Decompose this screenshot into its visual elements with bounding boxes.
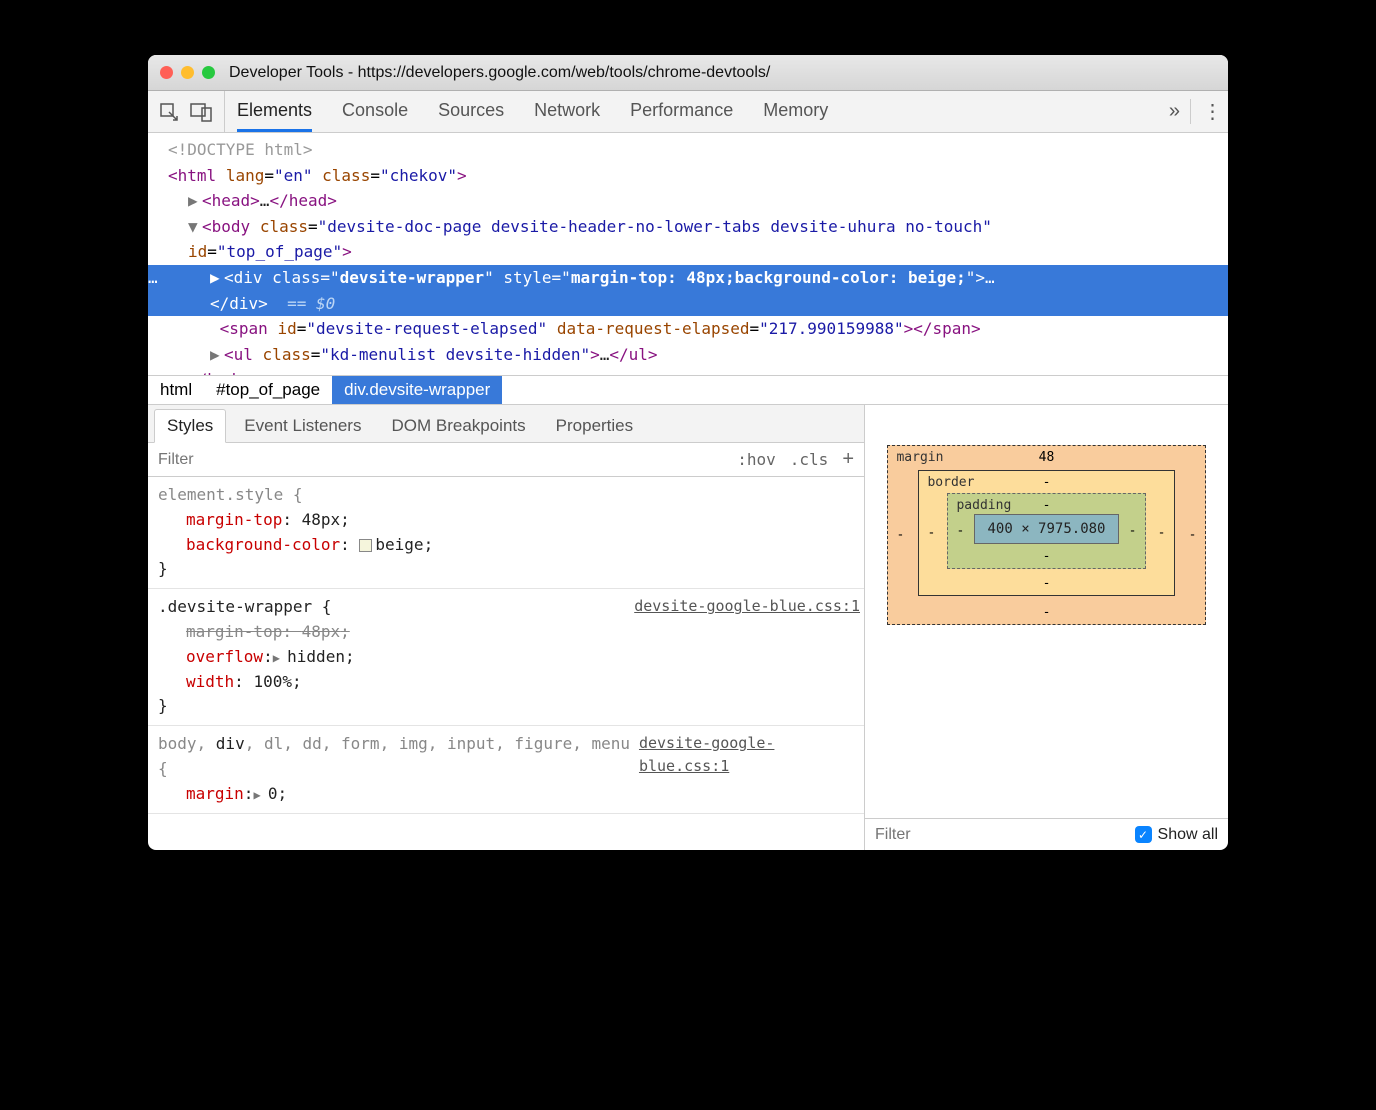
show-all-checkbox[interactable]: ✓	[1135, 826, 1152, 843]
selector: element.style {	[158, 483, 303, 508]
box-model[interactable]: margin 48 - - - border - - - - padding	[865, 405, 1228, 818]
tab-network[interactable]: Network	[534, 91, 600, 132]
dom-node-selected[interactable]: …▶<div class="devsite-wrapper" style="ma…	[148, 265, 1228, 316]
dom-node: </body>	[154, 367, 1222, 375]
style-rule[interactable]: .devsite-wrapper { devsite-google-blue.cs…	[148, 589, 864, 726]
content-size: 400 × 7975.080	[974, 514, 1118, 544]
doctype: <!DOCTYPE html>	[154, 137, 1222, 163]
selector: .devsite-wrapper {	[158, 595, 331, 620]
dom-node[interactable]: <html lang="en" class="chekov">	[154, 163, 1222, 189]
tab-elements[interactable]: Elements	[237, 91, 312, 132]
tab-performance[interactable]: Performance	[630, 91, 733, 132]
devtools-window: Developer Tools - https://developers.goo…	[148, 55, 1228, 850]
show-all-label: Show all	[1158, 826, 1218, 844]
traffic-lights	[160, 66, 215, 79]
new-rule-icon[interactable]: +	[842, 448, 854, 471]
styles-rules: element.style { margin-top: 48px; backgr…	[148, 477, 864, 850]
style-rule[interactable]: body, div, dl, dd, form, img, input, fig…	[148, 726, 864, 813]
main-toolbar: Elements Console Sources Network Perform…	[148, 91, 1228, 133]
hov-toggle[interactable]: :hov	[737, 450, 776, 469]
breadcrumb: html #top_of_page div.devsite-wrapper	[148, 375, 1228, 405]
dom-node-cont: id="top_of_page">	[154, 239, 1222, 265]
subtab-properties[interactable]: Properties	[544, 410, 645, 442]
titlebar: Developer Tools - https://developers.goo…	[148, 55, 1228, 91]
device-toolbar-icon[interactable]	[188, 99, 214, 125]
minimize-window-icon[interactable]	[181, 66, 194, 79]
computed-pane: margin 48 - - - border - - - - padding	[865, 405, 1228, 850]
menu-icon[interactable]: ⋮	[1190, 99, 1220, 124]
dom-tree[interactable]: <!DOCTYPE html> <html lang="en" class="c…	[148, 133, 1228, 375]
breadcrumb-item[interactable]: #top_of_page	[204, 376, 332, 404]
styles-filter-input[interactable]	[158, 451, 737, 469]
dom-node[interactable]: <span id="devsite-request-elapsed" data-…	[154, 316, 1222, 342]
border-label: border	[927, 475, 974, 490]
color-swatch-icon[interactable]	[359, 539, 372, 552]
subtab-event-listeners[interactable]: Event Listeners	[232, 410, 373, 442]
inspect-element-icon[interactable]	[156, 99, 182, 125]
styles-subtabs: Styles Event Listeners DOM Breakpoints P…	[148, 405, 864, 443]
source-link[interactable]: devsite-google-blue.css:1	[639, 732, 860, 782]
more-tabs-icon[interactable]: »	[1169, 100, 1180, 123]
tab-sources[interactable]: Sources	[438, 91, 504, 132]
computed-filter-input[interactable]	[875, 826, 1135, 844]
cls-toggle[interactable]: .cls	[790, 450, 829, 469]
maximize-window-icon[interactable]	[202, 66, 215, 79]
window-title: Developer Tools - https://developers.goo…	[229, 64, 770, 82]
margin-top-value: 48	[1039, 450, 1055, 465]
tab-console[interactable]: Console	[342, 91, 408, 132]
margin-label: margin	[896, 450, 943, 465]
dom-node[interactable]: ▼<body class="devsite-doc-page devsite-h…	[154, 214, 1222, 240]
close-window-icon[interactable]	[160, 66, 173, 79]
dom-node[interactable]: ▶<ul class="kd-menulist devsite-hidden">…	[154, 342, 1222, 368]
source-link[interactable]: devsite-google-blue.css:1	[634, 595, 860, 620]
main-tabs: Elements Console Sources Network Perform…	[237, 91, 828, 132]
styles-pane: Styles Event Listeners DOM Breakpoints P…	[148, 405, 865, 850]
styles-filter-row: :hov .cls +	[148, 443, 864, 477]
computed-filter-row: ✓ Show all	[865, 818, 1228, 850]
breadcrumb-item-selected[interactable]: div.devsite-wrapper	[332, 376, 502, 404]
style-rule[interactable]: element.style { margin-top: 48px; backgr…	[148, 477, 864, 589]
subtab-dom-breakpoints[interactable]: DOM Breakpoints	[379, 410, 537, 442]
padding-label: padding	[956, 498, 1011, 513]
dom-node[interactable]: ▶<head>…</head>	[154, 188, 1222, 214]
breadcrumb-item[interactable]: html	[148, 376, 204, 404]
tab-memory[interactable]: Memory	[763, 91, 828, 132]
selector: body, div, dl, dd, form, img, input, fig…	[158, 732, 639, 782]
subtab-styles[interactable]: Styles	[154, 409, 226, 443]
